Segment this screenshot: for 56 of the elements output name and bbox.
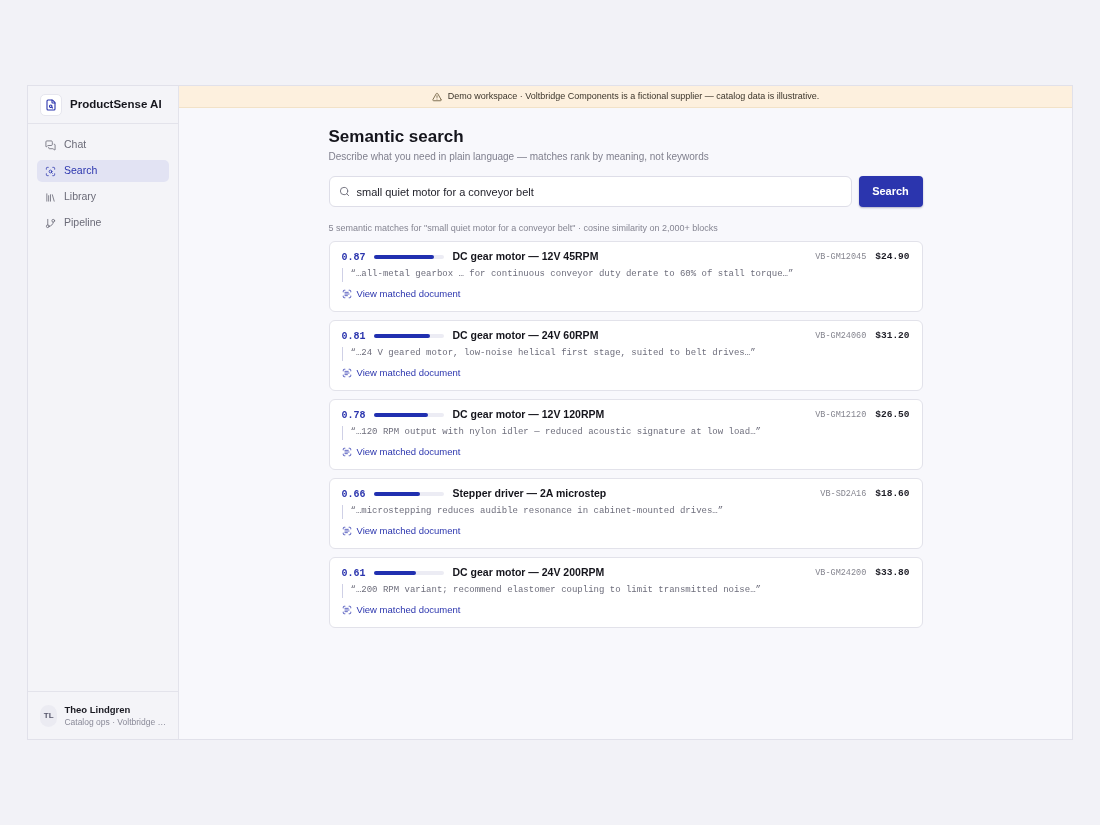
chat-bubbles-icon [45,139,56,151]
user-name: Theo Lindgren [64,703,132,716]
logo-icon [40,93,62,116]
scan-text-icon [341,447,352,457]
scan-text-icon [341,368,352,378]
view-document-link[interactable]: View matched document [341,603,461,617]
product-sku: VB-SD2A16 [820,487,867,501]
page-subtitle: Describe what you need in plain language — matches rank by meaning, not keywords [328,150,710,164]
scan-search-icon [45,165,56,177]
similarity-score: 0.81 [341,329,366,344]
matched-quote: “…24 V geared motor, low-noise helical first stage, suited to belt drives…” [341,347,910,361]
app-name: ProductSense AI [70,96,162,112]
search-button[interactable]: Search [858,176,923,207]
user-avatar: TL [40,704,58,727]
scan-text-icon [341,526,352,536]
warning-icon [431,91,442,102]
view-document-link[interactable]: View matched document [341,524,461,538]
product-title: DC gear motor — 12V 120RPM [452,407,605,423]
similarity-score: 0.66 [341,487,366,502]
product-sku: VB-GM24200 [815,566,867,580]
banner-text: Demo workspace · Voltbridge Components is a fictional supplier — catalog data is illustrative. [447,89,820,103]
similarity-score: 0.78 [341,408,366,423]
sidebar-nav-item[interactable]: Search [37,160,169,182]
product-title: Stepper driver — 2A microstep [452,486,607,502]
product-title: DC gear motor — 24V 200RPM [452,565,605,581]
product-title: DC gear motor — 24V 60RPM [452,328,599,344]
sidebar-nav-item[interactable]: Chat [37,134,169,156]
similarity-score: 0.61 [341,566,366,581]
view-document-link[interactable]: View matched document [341,287,461,301]
scan-text-icon [341,289,352,299]
sidebar-nav-item[interactable]: Pipeline [37,212,169,234]
product-price: $18.60 [875,486,910,501]
similarity-score: 0.87 [341,250,366,265]
scan-text-icon [341,605,352,615]
matched-quote: “…200 RPM variant; recommend elastomer coupling to limit transmitted noise…” [341,584,910,598]
product-sku: VB-GM12045 [815,250,867,264]
search-field[interactable]: small quiet motor for a conveyor belt [328,176,852,207]
view-document-link[interactable]: View matched document [341,445,461,459]
matched-quote: “…all-metal gearbox … for continuous conveyor duty derate to 60% of stall torque…” [341,268,910,282]
product-price: $33.80 [875,565,910,580]
search-icon [338,186,350,197]
product-price: $24.90 [875,249,910,264]
product-sku: VB-GM24060 [815,329,867,343]
product-title: DC gear motor — 12V 45RPM [452,249,599,265]
matched-quote: “…120 RPM output with nylon idler — reduced acoustic signature at low load…” [341,426,910,440]
matched-quote: “…microstepping reduces audible resonance in cabinet-mounted drives…” [341,505,910,519]
results-summary: 5 semantic matches for "small quiet motor for a conveyor belt" · cosine similarity on 2,000+ blocks [328,222,719,234]
view-document-link[interactable]: View matched document [341,366,461,380]
page-title: Semantic search [328,126,465,148]
product-price: $26.50 [875,407,910,422]
product-sku: VB-GM12120 [815,408,867,422]
sidebar-nav-item[interactable]: Library [37,186,169,208]
branch-icon [45,217,56,229]
product-price: $31.20 [875,328,910,343]
user-role: Catalog ops · Voltbridge … [64,715,166,728]
library-books-icon [45,191,56,203]
